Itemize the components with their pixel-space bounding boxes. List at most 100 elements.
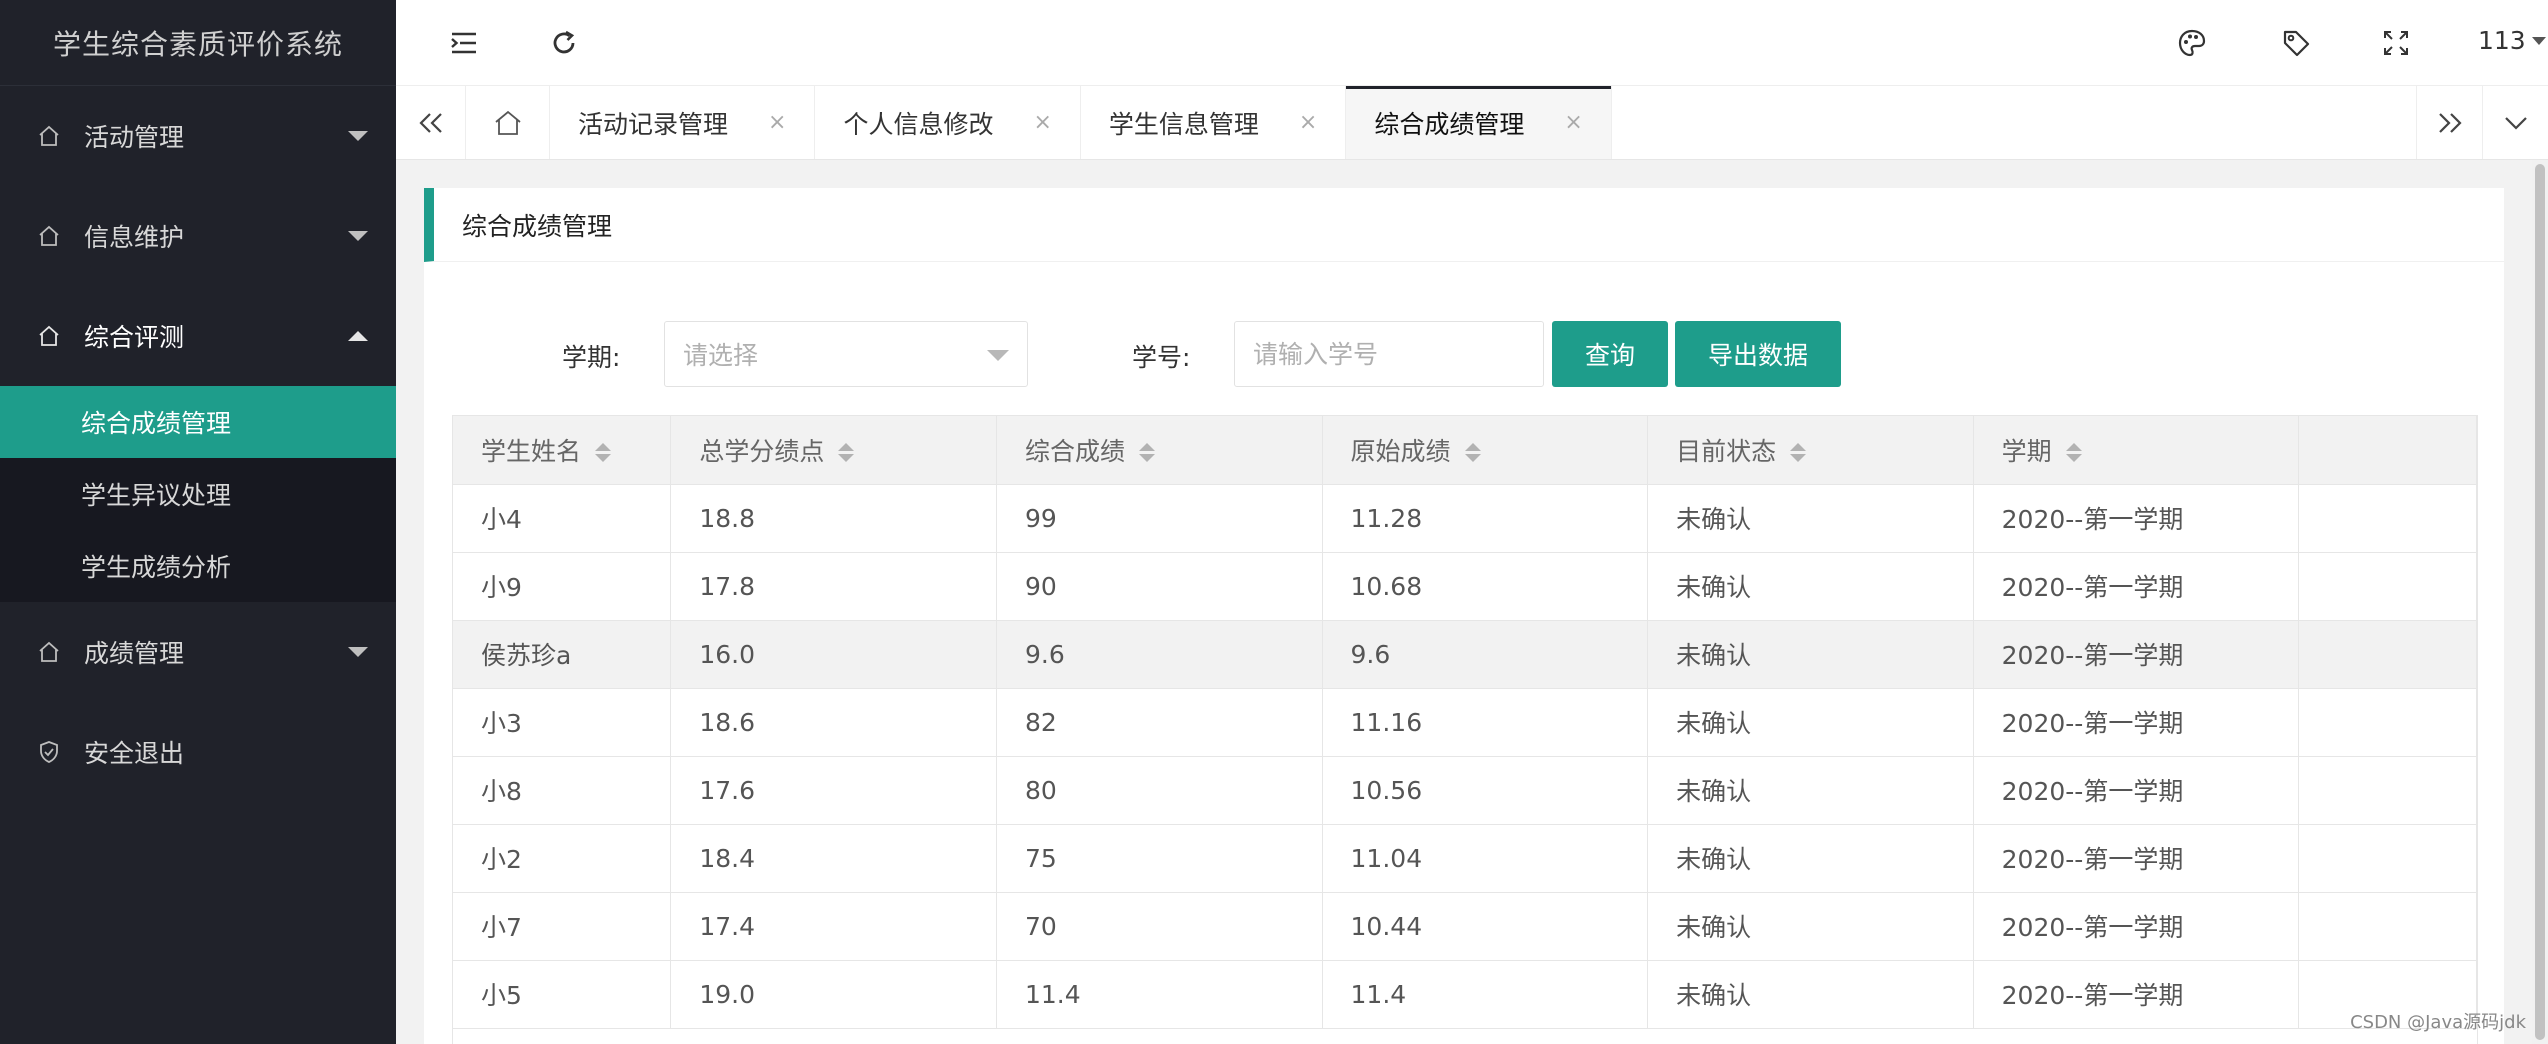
tag-icon — [2283, 30, 2310, 57]
table-row[interactable]: 小9 17.8 90 10.68 未确认 2020--第一学期 — [453, 552, 2477, 621]
double-chevron-left-icon — [418, 112, 442, 133]
tag-button[interactable] — [2276, 23, 2316, 63]
tab-profile-edit[interactable]: 个人信息修改 × — [815, 86, 1081, 159]
column-header[interactable]: 原始成绩 — [1322, 416, 1649, 485]
column-header-extra — [2298, 416, 2477, 485]
palette-icon — [2178, 29, 2206, 57]
table-cell: 18.8 — [670, 484, 997, 553]
table-cell: 未确认 — [1647, 892, 1974, 961]
score-table: 学生姓名 总学分绩点 综合成绩 原始成绩 目前状态 学期 小4 18.8 99 11.… — [452, 415, 2478, 1044]
term-select-placeholder: 请选择 — [683, 341, 759, 370]
menu-fold-icon — [451, 32, 476, 54]
table-cell: 16.0 — [670, 620, 997, 689]
user-menu[interactable]: 113 — [2478, 26, 2548, 55]
column-header[interactable]: 目前状态 — [1647, 416, 1974, 485]
chevron-down-icon — [348, 647, 368, 657]
column-header[interactable]: 学生姓名 — [453, 416, 672, 485]
sort-icon[interactable] — [595, 443, 612, 463]
shield-icon — [36, 739, 62, 765]
column-header[interactable]: 学期 — [1973, 416, 2300, 485]
sidebar-group-label: 成绩管理 — [84, 639, 185, 668]
table-cell: 侯苏珍a — [453, 620, 672, 689]
refresh-button[interactable] — [544, 23, 584, 63]
tab-label: 个人信息修改 — [843, 109, 994, 139]
table-cell: 未确认 — [1647, 688, 1974, 757]
home-icon — [36, 123, 62, 149]
tab-composite-score[interactable]: 综合成绩管理 × — [1346, 86, 1612, 159]
table-cell: 小2 — [453, 824, 672, 893]
home-icon — [494, 110, 521, 135]
query-button[interactable]: 查询 — [1552, 321, 1668, 387]
theme-button[interactable] — [2172, 23, 2212, 63]
collapse-sidebar-button[interactable] — [444, 23, 484, 63]
sidebar-group-info[interactable]: 信息维护 — [0, 186, 396, 286]
footer-credit: CSDN @Java源码jdk — [2350, 1012, 2526, 1033]
main-panel: 综合成绩管理 学期: 请选择 学号: 查询 导出数据 学生姓名 总学分绩点 综合… — [424, 188, 2504, 1044]
close-icon[interactable]: × — [768, 110, 786, 135]
home-icon — [36, 639, 62, 665]
table-row[interactable]: 小5 19.0 11.4 11.4 未确认 2020--第一学期 — [453, 960, 2477, 1029]
tab-label: 学生信息管理 — [1108, 109, 1259, 139]
sidebar-group-evaluation[interactable]: 综合评测 — [0, 286, 396, 386]
tab-home[interactable] — [466, 86, 550, 159]
sort-icon[interactable] — [1790, 443, 1807, 463]
sidebar-item-score-analysis[interactable]: 学生成绩分析 — [0, 530, 396, 602]
term-select[interactable]: 请选择 — [664, 321, 1028, 387]
table-cell: 未确认 — [1647, 960, 1974, 1029]
table-cell-extra — [2298, 484, 2477, 553]
scrollbar-thumb[interactable] — [2535, 164, 2545, 1040]
table-cell-extra — [2298, 620, 2477, 689]
sidebar-group-label: 信息维护 — [84, 223, 185, 252]
tab-student-info[interactable]: 学生信息管理 × — [1081, 86, 1347, 159]
table-cell: 未确认 — [1647, 620, 1974, 689]
tabs-scroll-right-button[interactable] — [2416, 86, 2482, 159]
tab-label: 综合成绩管理 — [1374, 109, 1525, 139]
table-cell: 2020--第一学期 — [1973, 552, 2300, 621]
table-row[interactable]: 侯苏珍a 16.0 9.6 9.6 未确认 2020--第一学期 — [453, 620, 2477, 689]
table-header-row: 学生姓名 总学分绩点 综合成绩 原始成绩 目前状态 学期 — [453, 416, 2477, 485]
column-header[interactable]: 总学分绩点 — [670, 416, 997, 485]
table-cell: 17.6 — [670, 756, 997, 825]
sort-icon[interactable] — [2065, 443, 2082, 463]
close-icon[interactable]: × — [1299, 110, 1317, 135]
sort-icon[interactable] — [1464, 443, 1481, 463]
table-row[interactable]: 小4 18.8 99 11.28 未确认 2020--第一学期 — [453, 484, 2477, 553]
sidebar-group-label: 安全退出 — [84, 739, 185, 768]
table-cell: 10.56 — [1322, 756, 1649, 825]
table-cell: 75 — [996, 824, 1323, 893]
table-row[interactable]: 小7 17.4 70 10.44 未确认 2020--第一学期 — [453, 892, 2477, 961]
export-button[interactable]: 导出数据 — [1675, 321, 1841, 387]
tab-label: 活动记录管理 — [578, 109, 729, 139]
vertical-scrollbar[interactable] — [2532, 160, 2548, 1044]
table-cell: 11.28 — [1322, 484, 1649, 553]
tab-activity-records[interactable]: 活动记录管理 × — [550, 86, 816, 159]
close-icon[interactable]: × — [1033, 110, 1051, 135]
tabs-menu-button[interactable] — [2482, 86, 2548, 159]
table-row[interactable]: 小2 18.4 75 11.04 未确认 2020--第一学期 — [453, 824, 2477, 893]
sidebar-item-objection-handling[interactable]: 学生异议处理 — [0, 458, 396, 530]
sidebar-group-grades[interactable]: 成绩管理 — [0, 602, 396, 702]
table-cell: 小7 — [453, 892, 672, 961]
sidebar-item-composite-score[interactable]: 综合成绩管理 — [0, 386, 396, 458]
sidebar-group-activity[interactable]: 活动管理 — [0, 86, 396, 186]
table-cell-extra — [2298, 552, 2477, 621]
sort-icon[interactable] — [838, 443, 855, 463]
column-header[interactable]: 综合成绩 — [996, 416, 1323, 485]
table-cell: 小5 — [453, 960, 672, 1029]
table-cell: 10.44 — [1322, 892, 1649, 961]
close-icon[interactable]: × — [1564, 110, 1582, 135]
fullscreen-button[interactable] — [2376, 23, 2416, 63]
table-cell: 11.04 — [1322, 824, 1649, 893]
student-id-input[interactable] — [1234, 321, 1544, 387]
sort-icon[interactable] — [1138, 443, 1155, 463]
sidebar-item-logout[interactable]: 安全退出 — [0, 702, 396, 802]
table-cell: 2020--第一学期 — [1973, 756, 2300, 825]
sidebar-group-label: 活动管理 — [84, 123, 185, 152]
table-cell: 未确认 — [1647, 756, 1974, 825]
table-row[interactable]: 小3 18.6 82 11.16 未确认 2020--第一学期 — [453, 688, 2477, 757]
tabs-scroll-left-button[interactable] — [396, 86, 466, 159]
app-title: 学生综合素质评价系统 — [0, 0, 396, 86]
table-row[interactable]: 小8 17.6 80 10.56 未确认 2020--第一学期 — [453, 756, 2477, 825]
table-cell: 18.4 — [670, 824, 997, 893]
table-cell: 2020--第一学期 — [1973, 824, 2300, 893]
